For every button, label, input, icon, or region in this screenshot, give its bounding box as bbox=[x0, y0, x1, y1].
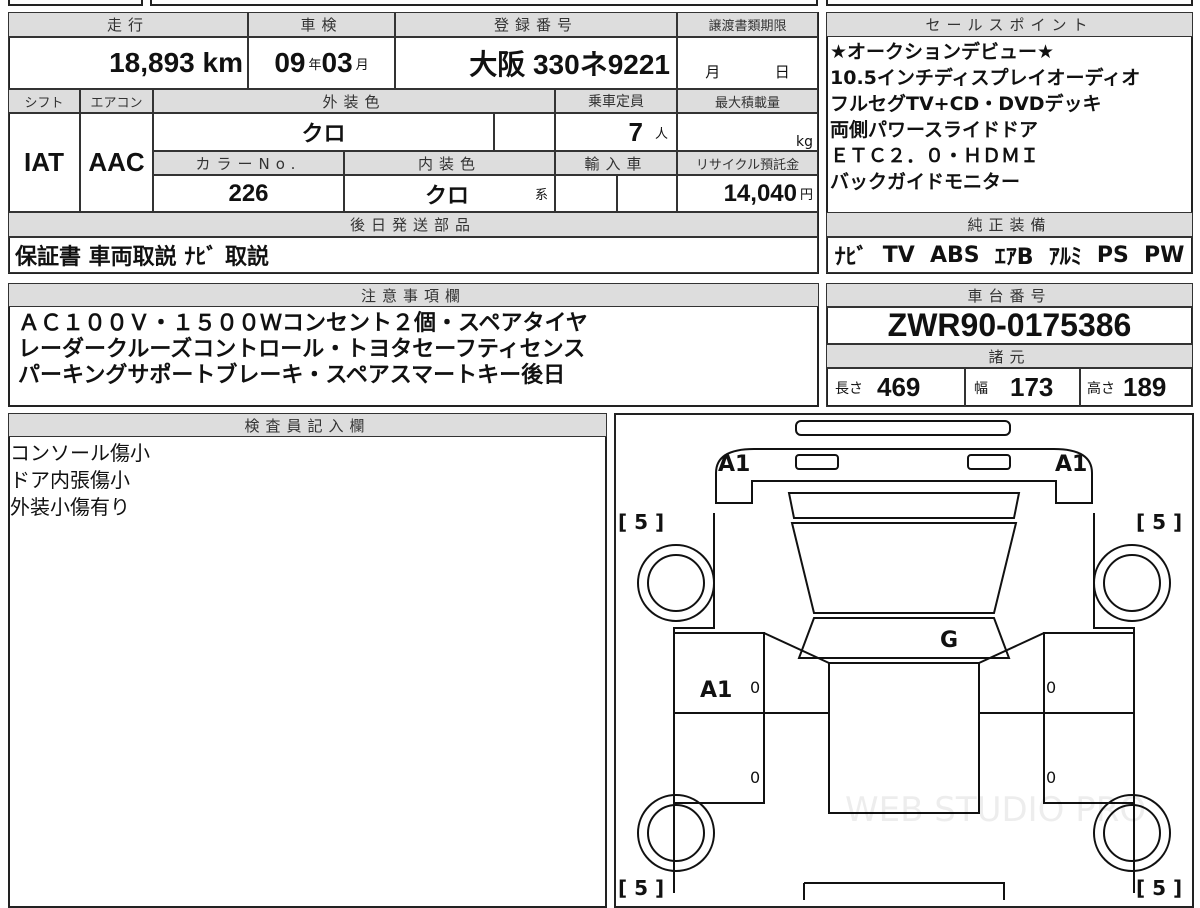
equipment-item: PW bbox=[1143, 242, 1185, 268]
seats-value: 7人 bbox=[555, 113, 677, 151]
equipment-item: ﾅﾋﾞ bbox=[834, 245, 868, 270]
color-no-value: 226 bbox=[153, 175, 344, 212]
inspector-label: 検査員記入欄 bbox=[8, 413, 607, 437]
ext-color-value: クロ bbox=[153, 113, 494, 151]
shift-label: シフト bbox=[8, 89, 80, 113]
specs-label: 諸元 bbox=[826, 344, 1193, 368]
door-mark: 0 bbox=[750, 678, 761, 697]
later-parts-value: 保証書 車両取説 ﾅﾋﾞ 取説 bbox=[8, 237, 818, 273]
sales-points-list: ★オークションデビュー★ 10.5インチディスプレイオーディオ フルセグTV+C… bbox=[826, 39, 1193, 195]
note-line: レーダークルーズコントロール・トヨタセーフティセンス bbox=[18, 337, 586, 362]
ext-color-label: 外装色 bbox=[153, 89, 555, 113]
transfer-value: 月日 bbox=[677, 37, 818, 89]
sales-point: ＥＴＣ２．０・ＨＤＭＩ bbox=[830, 145, 1040, 167]
equipment-item: PS bbox=[1096, 242, 1129, 268]
color-no-label: カラーNo. bbox=[153, 151, 344, 175]
door-mark: 0 bbox=[750, 768, 761, 787]
inspector-line: ドア内張傷小 bbox=[10, 468, 130, 492]
ext-color-extra bbox=[494, 113, 555, 151]
note-line: ＡＣ１００Ｖ・１５００Ｗコンセント２個・スペアタイヤ bbox=[18, 311, 588, 336]
import-value-2 bbox=[617, 175, 677, 212]
top-cut-row bbox=[0, 0, 1200, 6]
damage-front-left: A1 bbox=[718, 452, 751, 477]
seats-label: 乗車定員 bbox=[555, 89, 677, 113]
sales-point: ★オークションデビュー★ bbox=[830, 41, 1055, 63]
chassis-number: ZWR90-0175386 bbox=[826, 307, 1193, 344]
equipment-item: ｴｱB bbox=[994, 245, 1034, 270]
int-color-value: クロ系 bbox=[344, 175, 555, 212]
spec-width: 幅 173 bbox=[965, 368, 1080, 407]
transfer-label: 譲渡書類期限 bbox=[677, 12, 818, 37]
tire-rear-left: [ 5 ] bbox=[618, 876, 665, 900]
equipment-list: ﾅﾋﾞ TV ABS ｴｱB ｱﾙﾐ PS PW bbox=[826, 237, 1193, 273]
inspector-line: 外装小傷有り bbox=[10, 495, 130, 519]
chassis-label: 車台番号 bbox=[826, 283, 1193, 307]
door-mark: 0 bbox=[1046, 768, 1057, 787]
inspector-line: コンソール傷小 bbox=[10, 441, 150, 465]
inspector-notes: コンソール傷小 ドア内張傷小 外装小傷有り bbox=[10, 440, 150, 521]
recycle-label: リサイクル預託金 bbox=[677, 151, 818, 175]
note-line: パーキングサポートブレーキ・スペアスマートキー後日 bbox=[18, 363, 566, 388]
damage-door-left: A1 bbox=[700, 678, 733, 703]
sales-points-label: セールスポイント bbox=[826, 12, 1193, 37]
shift-value: IAT bbox=[8, 113, 80, 212]
ac-value: AAC bbox=[80, 113, 153, 212]
import-value-1 bbox=[555, 175, 617, 212]
maxload-label: 最大積載量 bbox=[677, 89, 818, 113]
sales-point: 10.5インチディスプレイオーディオ bbox=[830, 67, 1141, 89]
reg-number: 大阪 330ネ9221 bbox=[395, 37, 677, 89]
mileage-label: 走行 bbox=[8, 12, 248, 37]
tire-front-left: [ 5 ] bbox=[618, 510, 665, 534]
spec-length: 長さ 469 bbox=[826, 368, 965, 407]
notes-label: 注意事項欄 bbox=[8, 283, 819, 307]
damage-roof: G bbox=[940, 628, 959, 653]
equipment-item: TV bbox=[882, 242, 915, 268]
reg-label: 登録番号 bbox=[395, 12, 677, 37]
import-label: 輸入車 bbox=[555, 151, 677, 175]
sales-point: バックガイドモニター bbox=[830, 171, 1021, 193]
later-parts-label: 後日発送部品 bbox=[8, 212, 818, 237]
equipment-item: ABS bbox=[929, 242, 980, 268]
notes-list: ＡＣ１００Ｖ・１５００Ｗコンセント２個・スペアタイヤ レーダークルーズコントロー… bbox=[14, 311, 588, 389]
int-color-label: 内装色 bbox=[344, 151, 555, 175]
ac-label: エアコン bbox=[80, 89, 153, 113]
sales-point: フルセグTV+CD・DVDデッキ bbox=[830, 93, 1102, 115]
inspection-value: 09 年 03 月 bbox=[248, 37, 395, 89]
equipment-item: ｱﾙﾐ bbox=[1048, 245, 1082, 270]
watermark: WEB STUDIO PRO bbox=[845, 790, 1147, 830]
spec-height: 高さ 189 bbox=[1080, 368, 1193, 407]
recycle-value: 14,040 円 bbox=[677, 175, 818, 212]
tire-rear-right: [ 5 ] bbox=[1136, 876, 1183, 900]
damage-front-right: A1 bbox=[1055, 452, 1088, 477]
tire-front-right: [ 5 ] bbox=[1136, 510, 1183, 534]
maxload-unit: kg bbox=[677, 113, 818, 151]
door-mark: 0 bbox=[1046, 678, 1057, 697]
mileage-value: 18,893 km bbox=[8, 37, 248, 89]
sales-point: 両側パワースライドドア bbox=[830, 119, 1039, 141]
equipment-label: 純正装備 bbox=[826, 212, 1193, 237]
inspection-label: 車検 bbox=[248, 12, 395, 37]
